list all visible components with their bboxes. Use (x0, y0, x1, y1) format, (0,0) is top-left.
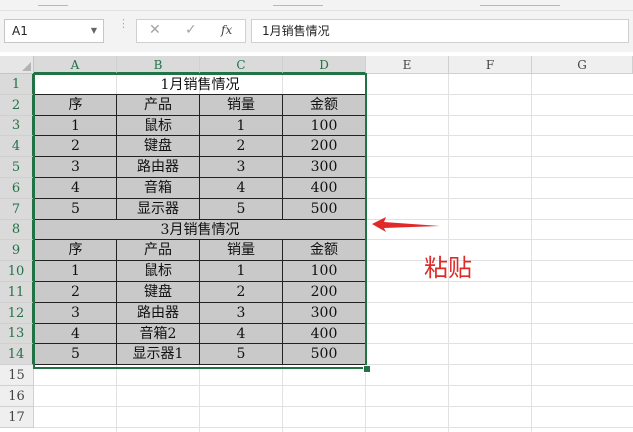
row-header-6[interactable]: 6 (0, 178, 34, 199)
data-cell[interactable]: 键盘 (117, 282, 200, 303)
row-header-11[interactable]: 11 (0, 282, 34, 303)
data-cell[interactable]: 1 (34, 116, 117, 136)
header-cell[interactable]: 序 (34, 95, 117, 116)
header-cell[interactable]: 产品 (117, 240, 200, 261)
row-header-16[interactable]: 16 (0, 386, 34, 407)
data-cell[interactable]: 键盘 (117, 136, 200, 157)
ribbon-fragment (38, 0, 68, 6)
data-cell[interactable]: 4 (200, 324, 283, 344)
header-cell[interactable]: 序 (34, 240, 117, 261)
data-cell[interactable]: 路由器 (117, 157, 200, 178)
row-header-4[interactable]: 4 (0, 136, 34, 157)
data-cell[interactable]: 100 (283, 116, 366, 136)
data-cell[interactable]: 3 (34, 157, 117, 178)
column-header-d[interactable]: D (283, 56, 366, 74)
data-cell[interactable]: 2 (34, 136, 117, 157)
data-cell[interactable]: 4 (200, 178, 283, 199)
data-cell[interactable]: 400 (283, 178, 366, 199)
row-header-13[interactable]: 13 (0, 324, 34, 344)
data-cell[interactable]: 3 (200, 157, 283, 178)
row-header-9[interactable]: 9 (0, 240, 34, 261)
formula-bar: A1 ▼ ⋮ ✕ ✓ fx 1月销售情况 (0, 11, 633, 52)
header-cell[interactable]: 产品 (117, 95, 200, 116)
data-cell[interactable]: 2 (200, 282, 283, 303)
select-all-corner[interactable] (0, 56, 34, 74)
row-header-2[interactable]: 2 (0, 95, 34, 116)
column-gridline (531, 74, 532, 432)
row-header-12[interactable]: 12 (0, 303, 34, 324)
data-cell[interactable]: 3 (200, 303, 283, 324)
data-cell[interactable]: 音箱 (117, 178, 200, 199)
row-header-7[interactable]: 7 (0, 199, 34, 220)
row-header-1[interactable]: 1 (0, 74, 34, 95)
red-arrow-icon (372, 217, 440, 232)
data-cell[interactable]: 1 (200, 261, 283, 282)
column-header-f[interactable]: F (449, 56, 532, 74)
data-cell[interactable]: 3 (34, 303, 117, 324)
row-header-14[interactable]: 14 (0, 344, 34, 365)
header-cell[interactable]: 金额 (283, 95, 366, 116)
data-cell[interactable]: 音箱2 (117, 324, 200, 344)
data-cell[interactable]: 鼠标 (117, 261, 200, 282)
data-cell[interactable]: 5 (200, 199, 283, 220)
data-cell[interactable]: 5 (34, 199, 117, 220)
data-cell[interactable]: 200 (283, 136, 366, 157)
insert-function-icon[interactable]: fx (221, 23, 232, 37)
ribbon-fragment (480, 0, 560, 6)
column-header-g[interactable]: G (532, 56, 633, 74)
header-cell[interactable]: 销量 (200, 95, 283, 116)
row-header-3[interactable]: 3 (0, 116, 34, 136)
data-cell[interactable]: 路由器 (117, 303, 200, 324)
data-cell[interactable]: 显示器1 (117, 344, 200, 365)
table-title-cell[interactable]: 1月销售情况 (34, 74, 366, 95)
column-header-e[interactable]: E (366, 56, 449, 74)
data-cell[interactable]: 4 (34, 324, 117, 344)
column-header-a[interactable]: A (34, 56, 117, 74)
row-header-17[interactable]: 17 (0, 407, 34, 428)
data-cell[interactable]: 4 (34, 178, 117, 199)
column-header-c[interactable]: C (200, 56, 283, 74)
data-cell[interactable]: 5 (200, 344, 283, 365)
paste-annotation: 粘贴 (424, 254, 472, 282)
name-box-value: A1 (12, 24, 28, 38)
table-title-cell[interactable]: 3月销售情况 (34, 220, 366, 240)
data-cell[interactable]: 500 (283, 344, 366, 365)
data-cell[interactable]: 300 (283, 157, 366, 178)
row-gridline (34, 406, 633, 407)
column-header-b[interactable]: B (117, 56, 200, 74)
data-cell[interactable]: 100 (283, 261, 366, 282)
name-box[interactable]: A1 ▼ (4, 19, 104, 43)
ribbon-strip (0, 0, 633, 11)
chevron-down-icon[interactable]: ▼ (91, 20, 97, 42)
formula-input[interactable]: 1月销售情况 (251, 19, 629, 43)
row-header-10[interactable]: 10 (0, 261, 34, 282)
data-cell[interactable]: 1 (34, 261, 117, 282)
data-cell[interactable]: 2 (34, 282, 117, 303)
splitter-icon[interactable]: ⋮ (118, 18, 129, 29)
row-gridline (34, 385, 633, 386)
data-cell[interactable]: 200 (283, 282, 366, 303)
data-cell[interactable]: 5 (34, 344, 117, 365)
fill-handle[interactable] (363, 365, 371, 373)
formula-buttons: ✕ ✓ fx (136, 19, 246, 43)
row-header-5[interactable]: 5 (0, 157, 34, 178)
select-all-triangle-icon (22, 62, 31, 71)
data-cell[interactable]: 300 (283, 303, 366, 324)
data-cell[interactable]: 1 (200, 116, 283, 136)
row-gridline (34, 427, 633, 428)
data-cell[interactable]: 2 (200, 136, 283, 157)
header-cell[interactable]: 销量 (200, 240, 283, 261)
ribbon-fragment (273, 0, 323, 6)
cancel-icon[interactable]: ✕ (149, 22, 161, 38)
data-cell[interactable]: 500 (283, 199, 366, 220)
row-header-8[interactable]: 8 (0, 220, 34, 240)
row-header-15[interactable]: 15 (0, 365, 34, 386)
data-cell[interactable]: 400 (283, 324, 366, 344)
data-cell[interactable]: 鼠标 (117, 116, 200, 136)
enter-icon[interactable]: ✓ (185, 22, 197, 38)
header-cell[interactable]: 金额 (283, 240, 366, 261)
data-cell[interactable]: 显示器 (117, 199, 200, 220)
